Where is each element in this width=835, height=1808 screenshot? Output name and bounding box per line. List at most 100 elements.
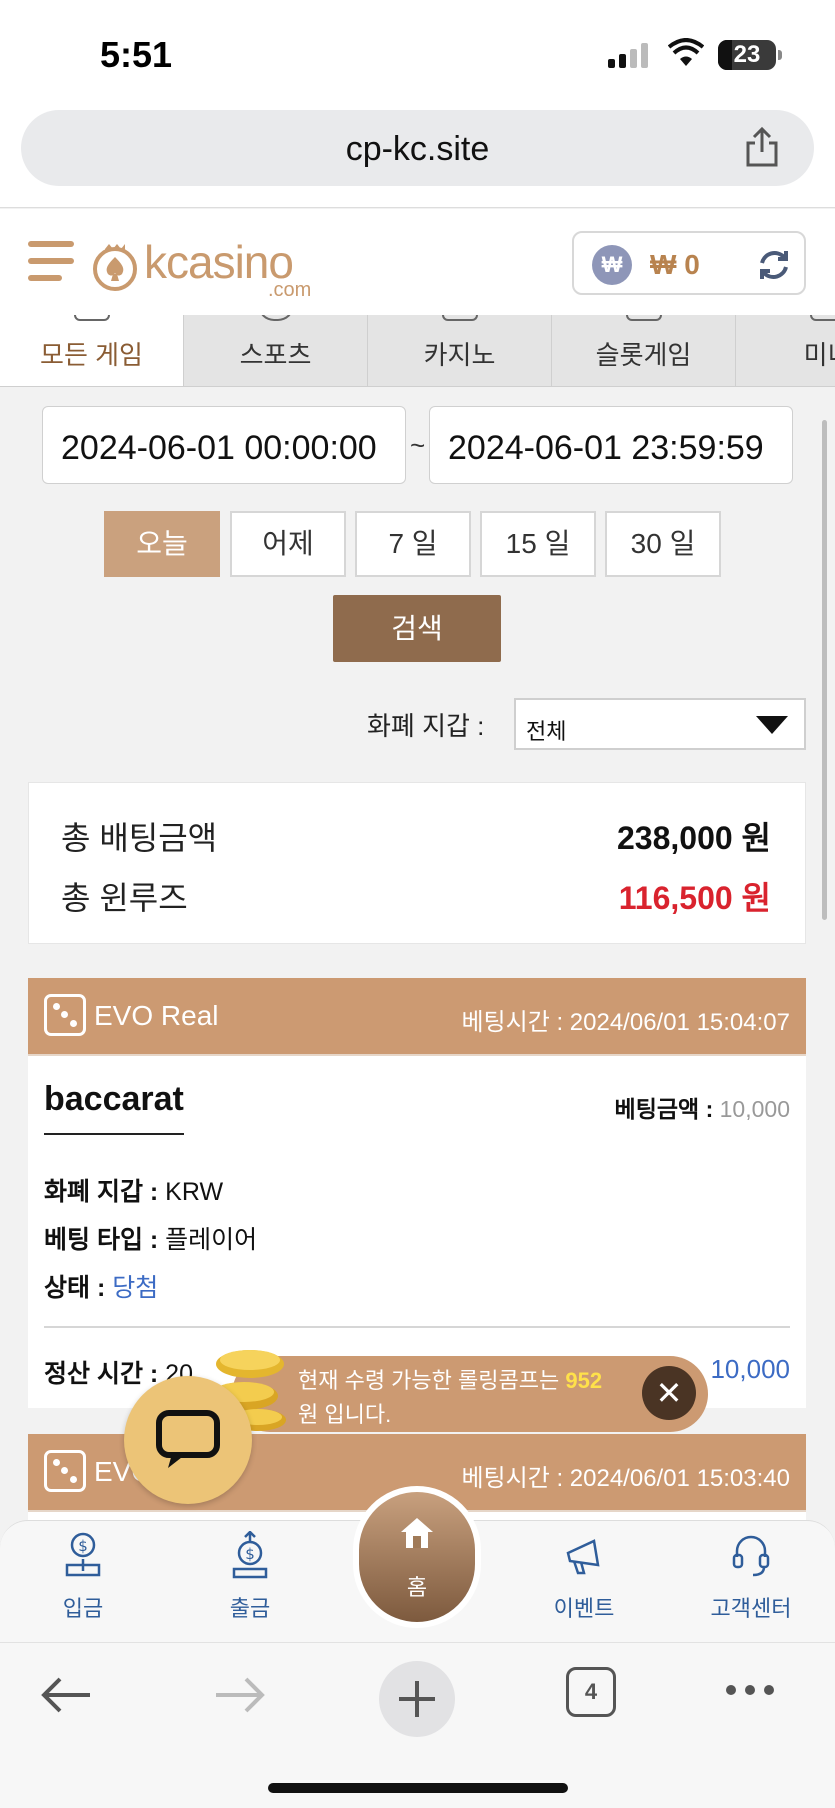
- nav-home[interactable]: 홈: [353, 1486, 481, 1628]
- status-row: 상태 : 당첨: [44, 1268, 158, 1304]
- tab-slots[interactable]: 슬롯게임: [552, 315, 736, 386]
- megaphone-icon: [566, 1539, 600, 1575]
- live-chat-button[interactable]: [124, 1376, 252, 1504]
- currency-wallet-value: 전체: [526, 719, 567, 744]
- rolling-comp-toast[interactable]: 현재 수령 가능한 롤링콤프는 952 원 입니다. ✕: [232, 1356, 708, 1432]
- bet-time-value: 2024/06/01 15:04:07: [569, 1009, 790, 1036]
- balance-amount: ₩ 0: [650, 249, 700, 280]
- address-bar[interactable]: cp-kc.site: [21, 110, 814, 186]
- tab-label: 미니: [803, 340, 835, 370]
- total-winloss-value: 116,500 원: [618, 880, 771, 916]
- game-name: baccarat: [44, 1080, 184, 1135]
- bet-amount-label: 베팅금액 :: [614, 1096, 714, 1122]
- svg-text:$: $: [78, 1537, 88, 1555]
- bet-type-label: 베팅 타입 :: [44, 1226, 159, 1254]
- won-coin-icon: ₩: [592, 245, 632, 285]
- quick-yesterday-button[interactable]: 어제: [230, 511, 346, 577]
- slot-icon: [625, 315, 662, 321]
- toast-message: 현재 수령 가능한 롤링콤프는 952 원 입니다.: [298, 1364, 602, 1432]
- settle-label: 정산 시간 :: [44, 1360, 159, 1388]
- tab-all-games[interactable]: 모든 게임: [0, 315, 184, 386]
- quick-today-button[interactable]: 오늘: [104, 511, 220, 577]
- bet-card-header: EVO Real 베팅시간 : 2024/06/01 15:04:07: [28, 978, 806, 1056]
- wifi-icon: [668, 38, 704, 66]
- status-time: 5:51: [100, 34, 173, 75]
- home-button-disc: [353, 1486, 481, 1628]
- site-header: kcasino .com ₩ ₩ 0: [0, 209, 835, 315]
- nav-support[interactable]: 고객센터: [696, 1521, 806, 1643]
- provider-name: EVO Real: [94, 1000, 219, 1031]
- casino-icon: [441, 315, 478, 321]
- quick-7day-button[interactable]: 7 일: [355, 511, 471, 577]
- headset-icon: [732, 1535, 770, 1577]
- tab-casino[interactable]: 카지노: [368, 315, 552, 386]
- menu-icon[interactable]: [28, 239, 74, 283]
- payout-value: 10,000: [710, 1354, 790, 1384]
- currency-row: 화폐 지갑 : KRW: [44, 1172, 223, 1208]
- search-button[interactable]: 검색: [333, 595, 501, 662]
- browser-toolbar: 4: [0, 1642, 835, 1808]
- dice-icon: [44, 994, 86, 1036]
- total-bet-label: 총 배팅금액: [61, 820, 218, 856]
- scrollbar[interactable]: [822, 420, 827, 920]
- bet-amount: 베팅금액 : 10,000: [615, 1090, 790, 1124]
- battery-icon: 23: [718, 40, 782, 70]
- tab-label: 스포츠: [239, 340, 312, 370]
- share-icon[interactable]: [744, 126, 780, 168]
- nav-withdraw[interactable]: $ 출금: [195, 1521, 305, 1643]
- status-bar: 5:51 23: [0, 0, 835, 108]
- forward-arrow-icon[interactable]: [214, 1675, 266, 1715]
- bet-type-row: 베팅 타입 : 플레이어: [44, 1220, 257, 1256]
- logo-domain: .com: [268, 279, 312, 301]
- date-to-input[interactable]: 2024-06-01 23:59:59: [429, 406, 793, 484]
- nav-event-label: 이벤트: [553, 1596, 615, 1621]
- currency-wallet-label: 화폐 지갑 :: [367, 711, 485, 741]
- refresh-icon[interactable]: [756, 247, 792, 283]
- currency-value: KRW: [165, 1178, 224, 1206]
- deposit-icon: $: [65, 1532, 101, 1577]
- toast-amount: 952: [565, 1368, 603, 1393]
- wallet-balance[interactable]: ₩ ₩ 0: [572, 231, 806, 295]
- dice-icon: [44, 1450, 86, 1492]
- tab-switcher-button[interactable]: 4: [566, 1667, 616, 1717]
- home-icon: [401, 1518, 433, 1548]
- nav-deposit[interactable]: $ 입금: [28, 1521, 138, 1643]
- chat-icon: [156, 1410, 220, 1468]
- new-tab-button[interactable]: [379, 1661, 455, 1737]
- bet-type-value: 플레이어: [165, 1226, 258, 1254]
- sports-icon: [257, 315, 294, 321]
- status-label: 상태 :: [44, 1274, 106, 1302]
- plus-icon: [399, 1681, 435, 1717]
- date-from-input[interactable]: 2024-06-01 00:00:00: [42, 406, 406, 484]
- total-winloss-label: 총 윈루즈: [61, 880, 188, 916]
- back-arrow-icon[interactable]: [40, 1675, 92, 1715]
- site-logo[interactable]: kcasino .com: [92, 231, 332, 301]
- quick-30day-button[interactable]: 30 일: [605, 511, 721, 577]
- url-text[interactable]: cp-kc.site: [21, 130, 814, 169]
- tab-mini[interactable]: 미니: [736, 315, 835, 386]
- nav-deposit-label: 입금: [62, 1596, 104, 1621]
- status-value: 당첨: [112, 1274, 159, 1302]
- total-bet-value: 238,000 원: [616, 820, 771, 856]
- bet-amount-value: 10,000: [719, 1096, 790, 1122]
- nav-home-label: 홈: [406, 1575, 428, 1600]
- betting-summary: 총 배팅금액 238,000 원 총 윈루즈 116,500 원: [28, 782, 806, 944]
- all-games-icon: [73, 315, 110, 321]
- spade-crown-icon: [93, 244, 137, 291]
- close-icon[interactable]: ✕: [642, 1366, 696, 1420]
- chevron-down-icon: [756, 716, 788, 734]
- nav-event[interactable]: 이벤트: [529, 1521, 639, 1643]
- toast-line2: 원 입니다.: [298, 1402, 392, 1427]
- bet-card: EVO Real 베팅시간 : 2024/06/01 15:04:07 bacc…: [28, 978, 806, 1408]
- toast-line1: 현재 수령 가능한 롤링콤프는: [298, 1368, 560, 1393]
- home-indicator: [268, 1783, 568, 1793]
- cellular-signal-icon: [608, 42, 652, 68]
- tab-sports[interactable]: 스포츠: [184, 315, 368, 386]
- more-icon[interactable]: [724, 1683, 776, 1697]
- quick-15day-button[interactable]: 15 일: [480, 511, 596, 577]
- currency-label: 화폐 지갑 :: [44, 1178, 159, 1206]
- svg-text:$: $: [245, 1545, 255, 1563]
- nav-withdraw-label: 출금: [229, 1596, 271, 1621]
- currency-wallet-select[interactable]: 전체: [514, 698, 806, 750]
- nav-support-label: 고객센터: [710, 1596, 792, 1621]
